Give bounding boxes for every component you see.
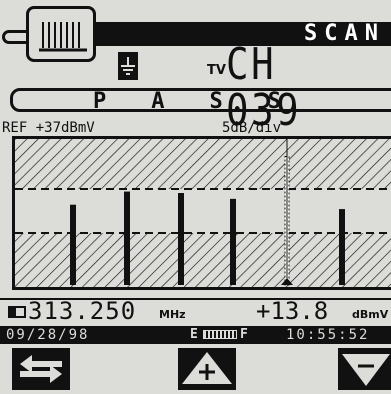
softkey-row	[0, 344, 391, 394]
result-text: PASS	[93, 89, 326, 114]
battery-empty-label: E	[190, 327, 198, 342]
carrier-bar	[70, 204, 76, 285]
upper-limit-zone	[15, 139, 391, 189]
spectrum-graph	[12, 136, 391, 290]
frequency-icon	[8, 306, 26, 318]
carrier-bar	[339, 209, 345, 285]
swap-button[interactable]	[12, 348, 70, 390]
reference-level: REF +37dBmV	[2, 120, 95, 136]
triangle-up-plus-icon	[182, 352, 232, 384]
frequency-unit: MHz	[159, 308, 186, 321]
result-box: PASS	[10, 88, 391, 114]
scale-setting: 5dB/div	[222, 120, 282, 136]
spectrum-mode-icon[interactable]	[26, 6, 96, 62]
battery-full-label: F	[240, 327, 248, 342]
status-bar: 09/28/98 E F 10:55:52	[0, 326, 391, 344]
level-unit: dBmV	[352, 308, 389, 321]
level-value: +13.8	[256, 297, 329, 325]
carrier-bar	[178, 193, 184, 285]
measurement-readout: 313.250 MHz +13.8 dBmV	[0, 298, 391, 324]
swap-arrows-icon	[20, 355, 62, 383]
date: 09/28/98	[6, 327, 90, 343]
step-down-button[interactable]	[338, 348, 391, 390]
battery-icon	[203, 330, 237, 339]
source-label: TV	[207, 63, 226, 78]
frequency-value: 313.250	[28, 297, 137, 325]
carrier-bar	[230, 198, 236, 285]
header-frame-cap	[2, 30, 28, 44]
step-up-button[interactable]	[178, 348, 236, 390]
time: 10:55:52	[286, 327, 370, 343]
triangle-down-minus-icon	[342, 354, 390, 386]
ground-icon	[118, 52, 138, 80]
analyzer-screen: SCAN TV CH 039 PASS REF +37dBmV 5dB/div	[0, 0, 391, 394]
carrier-bar	[124, 191, 130, 285]
